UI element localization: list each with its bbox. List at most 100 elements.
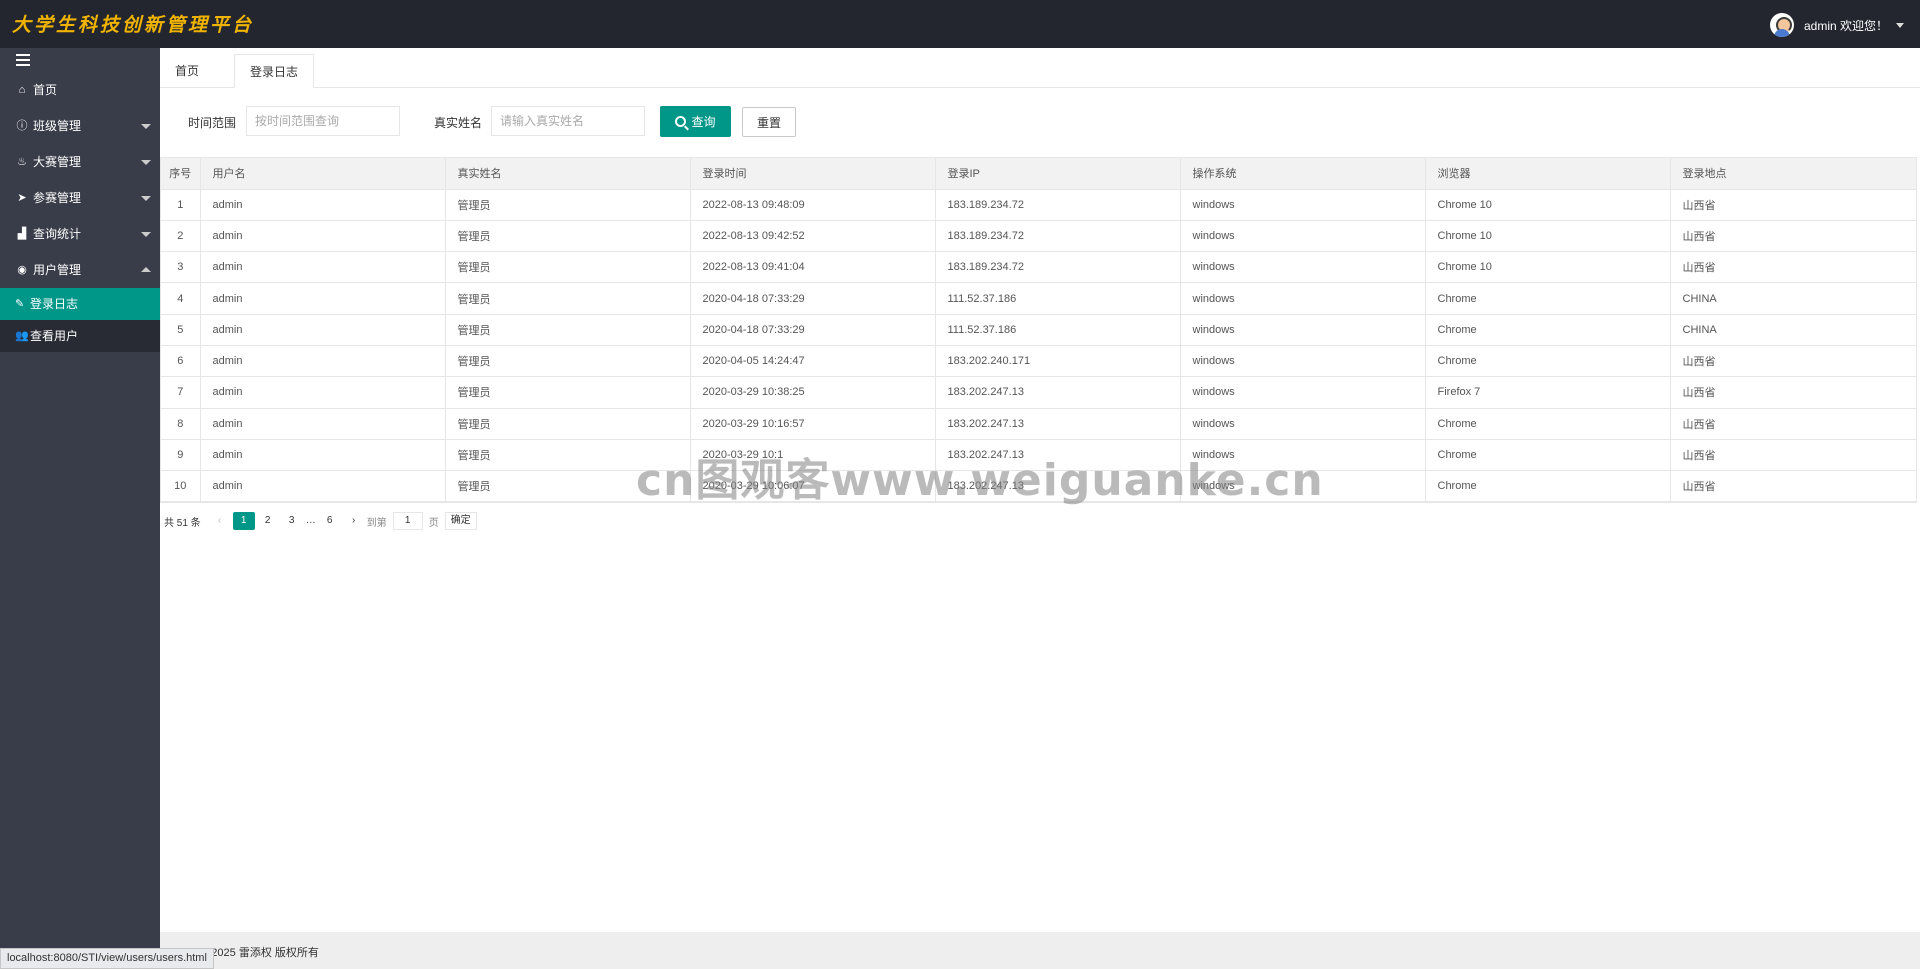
sidebar-item-stats[interactable]: ▟ 查询统计 [0,216,160,252]
table-cell: CHINA [1670,314,1917,346]
table-cell: windows [1180,220,1426,253]
table-cell: 3 [161,251,201,284]
table-cell: 8 [161,408,201,440]
query-button[interactable]: 查询 [660,106,731,137]
table-row[interactable]: 4 admin 管理员 2020-04-18 07:33:29 111.52.37.18… [161,282,1917,315]
prev-page-icon[interactable]: ‹ [209,512,231,530]
table-cell: Chrome [1425,470,1671,503]
column-header: 用户名 [200,158,446,190]
table-cell: 183.189.234.72 [935,220,1181,253]
table-row[interactable]: 7 admin 管理员 2020-03-29 10:38:25 183.202.247.… [161,376,1917,409]
table-cell: 183.202.247.13 [935,408,1181,440]
reset-button[interactable]: 重置 [742,107,796,137]
table-cell: 2 [161,220,201,253]
sidebar-item-label: 大赛管理 [33,155,82,169]
table-cell: 管理员 [445,345,691,378]
sidebar-item-label: 参赛管理 [33,191,82,205]
table-cell: 2022-08-13 09:41:04 [690,251,936,284]
table-cell: 山西省 [1670,345,1917,378]
sidebar-item-label: 首页 [33,83,58,97]
table-cell: 管理员 [445,314,691,346]
table-row[interactable]: 1 admin 管理员 2022-08-13 09:48:09 183.189.234.… [161,189,1917,221]
page-1[interactable]: 1 [232,512,255,530]
hamburger-icon[interactable] [16,54,30,66]
real-name-input[interactable]: 请输入真实姓名 [491,106,645,136]
search-form: 时间范围 按时间范围查询 真实姓名 请输入真实姓名 查询 重置 [160,104,1920,138]
table-cell: 6 [161,345,201,378]
table-cell: Chrome 10 [1425,220,1671,253]
page-2[interactable]: 2 [257,512,279,530]
table-cell: 10 [161,470,201,503]
column-header: 序号 [161,158,201,190]
table-cell: 2022-08-13 09:42:52 [690,220,936,253]
table-cell: 111.52.37.186 [935,282,1181,315]
welcome-text[interactable]: admin 欢迎您！ [1804,17,1888,34]
sidebar-item-label: 用户管理 [33,263,82,277]
info-icon: ⓘ [16,120,28,132]
table-cell: 山西省 [1670,439,1917,472]
sidebar-item-contest[interactable]: ♨ 大赛管理 [0,144,160,180]
table-row[interactable]: 5 admin 管理员 2020-04-18 07:33:29 111.52.37.18… [161,314,1917,346]
user-menu[interactable]: admin 欢迎您！ [1769,13,1904,37]
page-6[interactable]: 6 [319,512,341,530]
next-page-icon[interactable]: › [343,512,365,530]
sidebar-item-home[interactable]: ⌂ 首页 [0,72,160,108]
paper-plane-icon: ➤ [17,192,27,204]
table-row[interactable]: 3 admin 管理员 2022-08-13 09:41:04 183.189.234.… [161,251,1917,284]
table-cell: windows [1180,345,1426,378]
table-cell: windows [1180,408,1426,440]
table-cell: windows [1180,282,1426,315]
sidebar-item-label: 查询统计 [33,227,82,241]
table-cell: 2020-03-29 10:16:57 [690,408,936,440]
column-header: 操作系统 [1180,158,1426,190]
table-cell: Chrome [1425,345,1671,378]
watermark: cn图观客www.weiguanke.cn [636,455,1324,506]
table-cell: 9 [161,439,201,472]
table-row[interactable]: 6 admin 管理员 2020-04-05 14:24:47 183.202.240.… [161,345,1917,378]
column-header: 登录时间 [690,158,936,190]
table-cell: admin [200,376,446,409]
table-cell: windows [1180,314,1426,346]
table-cell: 管理员 [445,282,691,315]
chevron-down-icon [141,196,151,201]
page-3[interactable]: 3 [281,512,303,530]
chevron-down-icon[interactable] [1896,22,1904,28]
sidebar-item-label: 班级管理 [33,119,82,133]
table-cell: 183.202.240.171 [935,345,1181,378]
table-cell: admin [200,189,446,221]
sidebar-subitem-view-users[interactable]: 👥 查看用户 [0,320,160,352]
bar-chart-icon: ▟ [17,228,27,240]
time-range-input[interactable]: 按时间范围查询 [246,106,400,136]
tab-login-log[interactable]: 登录日志 [234,54,315,88]
sidebar-item-users[interactable]: ◉ 用户管理 [0,252,160,288]
table-cell: 2022-08-13 09:48:09 [690,189,936,221]
sidebar-item-class[interactable]: ⓘ 班级管理 [0,108,160,144]
table-row[interactable]: 2 admin 管理员 2022-08-13 09:42:52 183.189.234.… [161,220,1917,253]
table-cell: 183.189.234.72 [935,251,1181,284]
chevron-down-icon [141,160,151,165]
sidebar-subitem-login-log[interactable]: ✎ 登录日志 [0,288,160,320]
table-cell: windows [1180,189,1426,221]
table-cell: Chrome 10 [1425,189,1671,221]
tab-home[interactable]: 首页 [160,54,214,88]
table-cell: windows [1180,251,1426,284]
sidebar-item-entry[interactable]: ➤ 参赛管理 [0,180,160,216]
table-header-row: 序号 用户名 真实姓名 登录时间 登录IP 操作系统 浏览器 登录地点 [161,158,1917,190]
fire-icon: ♨ [17,156,27,168]
table-cell: 2020-03-29 10:38:25 [690,376,936,409]
goto-confirm-button[interactable]: 确定 [444,512,477,530]
table-cell: 2020-04-18 07:33:29 [690,314,936,346]
goto-page-input[interactable]: 1 [392,512,423,530]
sidebar: ⌂ 首页 ⓘ 班级管理 ♨ 大赛管理 ➤ 参赛管理 ▟ 查询统计 ◉ 用户管理 [0,48,160,969]
table-cell: admin [200,314,446,346]
table-cell: 2020-04-18 07:33:29 [690,282,936,315]
table-cell: 4 [161,282,201,315]
table-cell: 5 [161,314,201,346]
table-cell: Chrome [1425,439,1671,472]
table-cell: 7 [161,376,201,409]
users-submenu: ✎ 登录日志 👥 查看用户 [0,288,160,352]
avatar[interactable] [1769,13,1794,37]
app-logo[interactable]: 大学生科技创新管理平台 [12,10,254,37]
table-row[interactable]: 8 admin 管理员 2020-03-29 10:16:57 183.202.247.… [161,408,1917,440]
table-cell: 山西省 [1670,376,1917,409]
